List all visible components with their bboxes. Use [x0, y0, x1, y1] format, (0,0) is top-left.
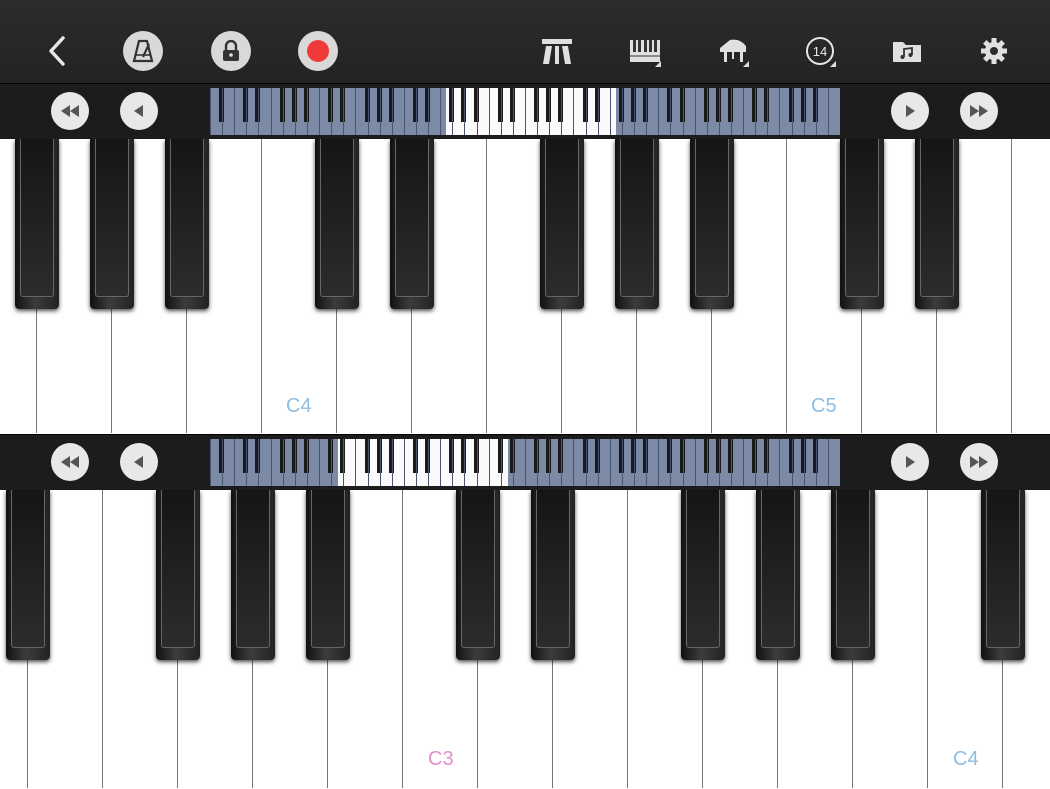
upper-jump-left-button[interactable] — [51, 92, 89, 130]
settings-icon — [981, 38, 1007, 64]
lower-black-key[interactable] — [156, 490, 200, 660]
lower-label-c4: C4 — [953, 748, 979, 770]
upper-keyboard: C4 C5 — [0, 139, 1050, 434]
lock-icon — [211, 31, 251, 71]
key-count-button[interactable]: 14 — [800, 31, 840, 71]
lower-keyboard: C3 C4 — [0, 490, 1050, 789]
upper-black-key[interactable] — [390, 139, 434, 309]
lower-keyboard-overview[interactable] — [210, 439, 840, 486]
upper-label-c5: C5 — [811, 395, 837, 417]
upper-white-key[interactable] — [1013, 139, 1050, 433]
key-count-value: 14 — [812, 43, 828, 59]
upper-black-key[interactable] — [840, 139, 884, 309]
step-left-icon — [134, 105, 143, 117]
split-keyboard-icon — [542, 39, 572, 64]
lower-black-key[interactable] — [231, 490, 275, 660]
lower-keyboard-navigator — [0, 434, 1050, 491]
settings-button[interactable] — [974, 31, 1014, 71]
step-right-icon — [906, 105, 915, 117]
lower-jump-right-button[interactable] — [960, 443, 998, 481]
lower-black-key[interactable] — [6, 490, 50, 660]
fast-rewind-icon — [61, 105, 79, 117]
step-right-icon — [906, 456, 915, 468]
split-keyboard-button[interactable] — [537, 31, 577, 71]
step-left-icon — [134, 456, 143, 468]
upper-black-key[interactable] — [90, 139, 134, 309]
toolbar: 14 — [0, 0, 1050, 84]
visible-range-window[interactable] — [338, 439, 508, 486]
upper-black-key[interactable] — [315, 139, 359, 309]
upper-keyboard-overview[interactable] — [210, 88, 840, 135]
lower-step-left-button[interactable] — [120, 443, 158, 481]
keyboard-layout-button[interactable] — [625, 31, 665, 71]
folder-music-icon — [893, 42, 921, 62]
record-icon — [298, 31, 338, 71]
fast-rewind-icon — [61, 456, 79, 468]
fast-forward-icon — [970, 456, 988, 468]
upper-step-left-button[interactable] — [120, 92, 158, 130]
back-button[interactable] — [37, 31, 77, 71]
songs-folder-button[interactable] — [887, 31, 927, 71]
metronome-icon — [123, 31, 163, 71]
lower-black-key[interactable] — [456, 490, 500, 660]
upper-black-key[interactable] — [690, 139, 734, 309]
lower-black-key[interactable] — [831, 490, 875, 660]
upper-label-c4: C4 — [286, 395, 312, 417]
visible-range-window[interactable] — [446, 88, 616, 135]
upper-black-key[interactable] — [915, 139, 959, 309]
instrument-button[interactable] — [713, 31, 753, 71]
upper-black-key[interactable] — [615, 139, 659, 309]
lower-black-key[interactable] — [531, 490, 575, 660]
fast-forward-icon — [970, 105, 988, 117]
metronome-button[interactable] — [123, 31, 163, 71]
back-icon — [49, 36, 65, 66]
lower-black-key[interactable] — [756, 490, 800, 660]
lower-jump-left-button[interactable] — [51, 443, 89, 481]
upper-jump-right-button[interactable] — [960, 92, 998, 130]
lower-black-key[interactable] — [306, 490, 350, 660]
lower-black-key[interactable] — [681, 490, 725, 660]
upper-step-right-button[interactable] — [891, 92, 929, 130]
lower-step-right-button[interactable] — [891, 443, 929, 481]
upper-black-key[interactable] — [15, 139, 59, 309]
upper-black-key[interactable] — [540, 139, 584, 309]
lock-button[interactable] — [211, 31, 251, 71]
lower-label-c3: C3 — [428, 748, 454, 770]
lower-black-key[interactable] — [981, 490, 1025, 660]
record-button[interactable] — [298, 31, 338, 71]
upper-black-key[interactable] — [165, 139, 209, 309]
upper-keyboard-navigator — [0, 83, 1050, 140]
